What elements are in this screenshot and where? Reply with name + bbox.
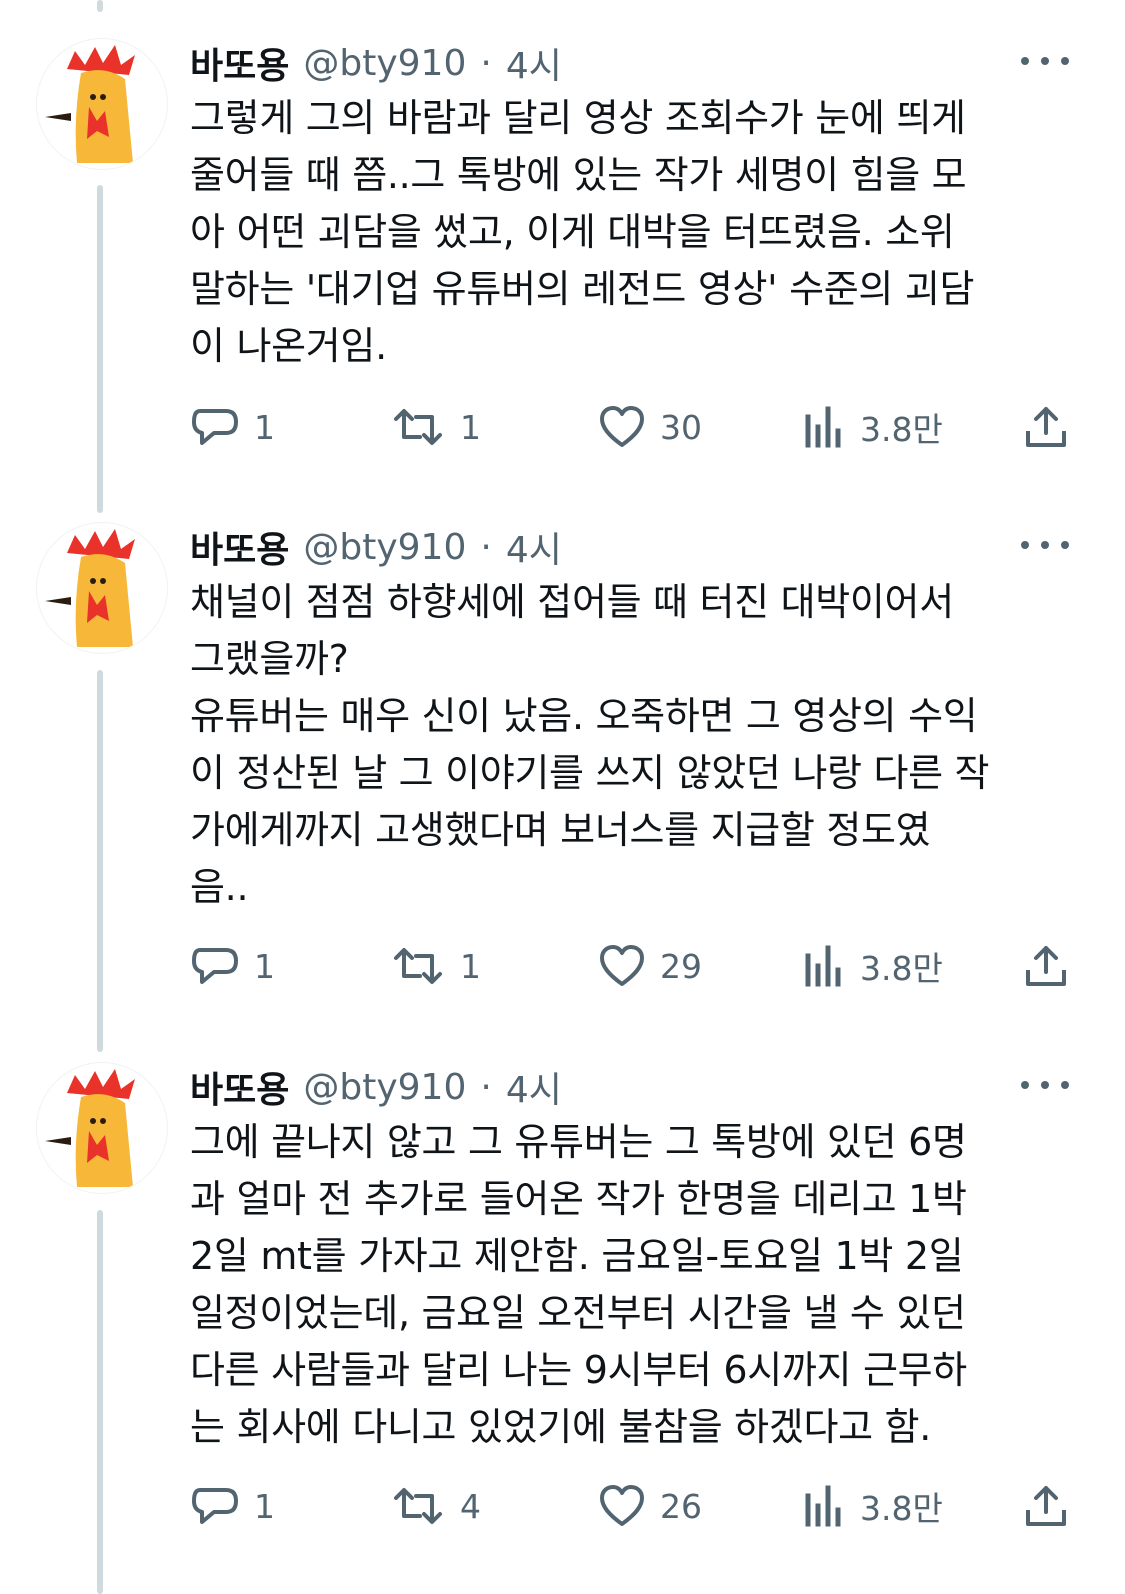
share-button[interactable] xyxy=(1024,1482,1068,1530)
more-icon[interactable] xyxy=(1021,530,1069,560)
author-handle[interactable]: @bty910 xyxy=(303,43,466,84)
rooster-avatar-icon xyxy=(45,1069,135,1187)
retweet-button[interactable]: 1 xyxy=(390,403,481,451)
timestamp[interactable]: 4시 xyxy=(506,521,562,573)
views-chart-icon xyxy=(805,406,841,448)
reply-icon xyxy=(192,948,238,984)
views-button[interactable]: 3.8만 xyxy=(804,403,943,451)
rooster-avatar-icon xyxy=(45,45,135,163)
author-handle[interactable]: @bty910 xyxy=(303,1067,466,1108)
tweet-actions: 1 1 29 3.8만 xyxy=(190,942,1070,990)
like-button[interactable]: 29 xyxy=(598,942,702,990)
retweet-button[interactable]: 4 xyxy=(390,1482,481,1530)
views-chart-icon xyxy=(805,1485,841,1527)
thread-line xyxy=(97,185,103,513)
retweet-button[interactable]: 1 xyxy=(390,942,481,990)
like-count: 29 xyxy=(660,946,702,986)
like-count: 30 xyxy=(660,407,702,447)
retweet-icon xyxy=(394,948,442,984)
reply-button[interactable]: 1 xyxy=(190,942,275,990)
view-count: 3.8만 xyxy=(860,410,943,449)
heart-icon xyxy=(600,945,644,986)
reply-icon xyxy=(192,1488,238,1524)
reply-count: 1 xyxy=(254,407,275,447)
tweet-actions: 1 4 26 3.8만 xyxy=(190,1482,1070,1530)
more-icon[interactable] xyxy=(1021,1070,1069,1100)
views-chart-icon xyxy=(805,945,841,987)
reply-count: 1 xyxy=(254,1486,275,1526)
share-icon xyxy=(1026,946,1066,986)
views-button[interactable]: 3.8만 xyxy=(804,1482,943,1530)
view-count: 3.8만 xyxy=(860,1489,943,1528)
heart-icon xyxy=(600,1485,644,1526)
share-button[interactable] xyxy=(1024,403,1068,451)
heart-icon xyxy=(600,406,644,447)
separator-dot: · xyxy=(480,42,492,84)
author-name[interactable]: 바또용 xyxy=(190,1061,289,1113)
tweet-text: 그에 끝나지 않고 그 유튜버는 그 톡방에 있던 6명 과 얼마 전 추가로 … xyxy=(190,1120,967,1449)
retweet-count: 1 xyxy=(460,407,481,447)
avatar[interactable] xyxy=(36,522,168,654)
separator-dot: · xyxy=(480,1066,492,1108)
timestamp[interactable]: 4시 xyxy=(506,1061,562,1113)
like-count: 26 xyxy=(660,1486,702,1526)
thread-line xyxy=(97,1210,103,1594)
retweet-count: 1 xyxy=(460,946,481,986)
reply-button[interactable]: 1 xyxy=(190,1482,275,1530)
retweet-icon xyxy=(394,1488,442,1524)
reply-count: 1 xyxy=(254,946,275,986)
share-button[interactable] xyxy=(1024,942,1068,990)
thread-line xyxy=(97,0,103,12)
tweet-text: 그렇게 그의 바람과 달리 영상 조회수가 눈에 띄게 줄어들 때 쯤..그 톡… xyxy=(190,96,975,368)
thread-line xyxy=(97,670,103,1052)
share-icon xyxy=(1026,407,1066,447)
author-handle[interactable]: @bty910 xyxy=(303,527,466,568)
separator-dot: · xyxy=(480,526,492,568)
more-icon[interactable] xyxy=(1021,46,1069,76)
reply-button[interactable]: 1 xyxy=(190,403,275,451)
tweet-header: 바또용 @bty910 · 4시 xyxy=(190,522,1015,572)
tweet-header: 바또용 @bty910 · 4시 xyxy=(190,38,1015,88)
tweet-header: 바또용 @bty910 · 4시 xyxy=(190,1062,1015,1112)
like-button[interactable]: 30 xyxy=(598,403,702,451)
retweet-icon xyxy=(394,409,442,445)
avatar[interactable] xyxy=(36,1062,168,1194)
avatar[interactable] xyxy=(36,38,168,170)
author-name[interactable]: 바또용 xyxy=(190,521,289,573)
view-count: 3.8만 xyxy=(860,949,943,988)
retweet-count: 4 xyxy=(460,1486,481,1526)
timestamp[interactable]: 4시 xyxy=(506,37,562,89)
reply-icon xyxy=(192,409,238,445)
share-icon xyxy=(1026,1486,1066,1526)
like-button[interactable]: 26 xyxy=(598,1482,702,1530)
views-button[interactable]: 3.8만 xyxy=(804,942,943,990)
tweet-actions: 1 1 30 3.8만 xyxy=(190,403,1070,451)
tweet-text: 채널이 점점 하향세에 접어들 때 터진 대박이어서 그랬을까? 유튜버는 매우… xyxy=(190,580,990,909)
author-name[interactable]: 바또용 xyxy=(190,37,289,89)
rooster-avatar-icon xyxy=(45,529,135,647)
